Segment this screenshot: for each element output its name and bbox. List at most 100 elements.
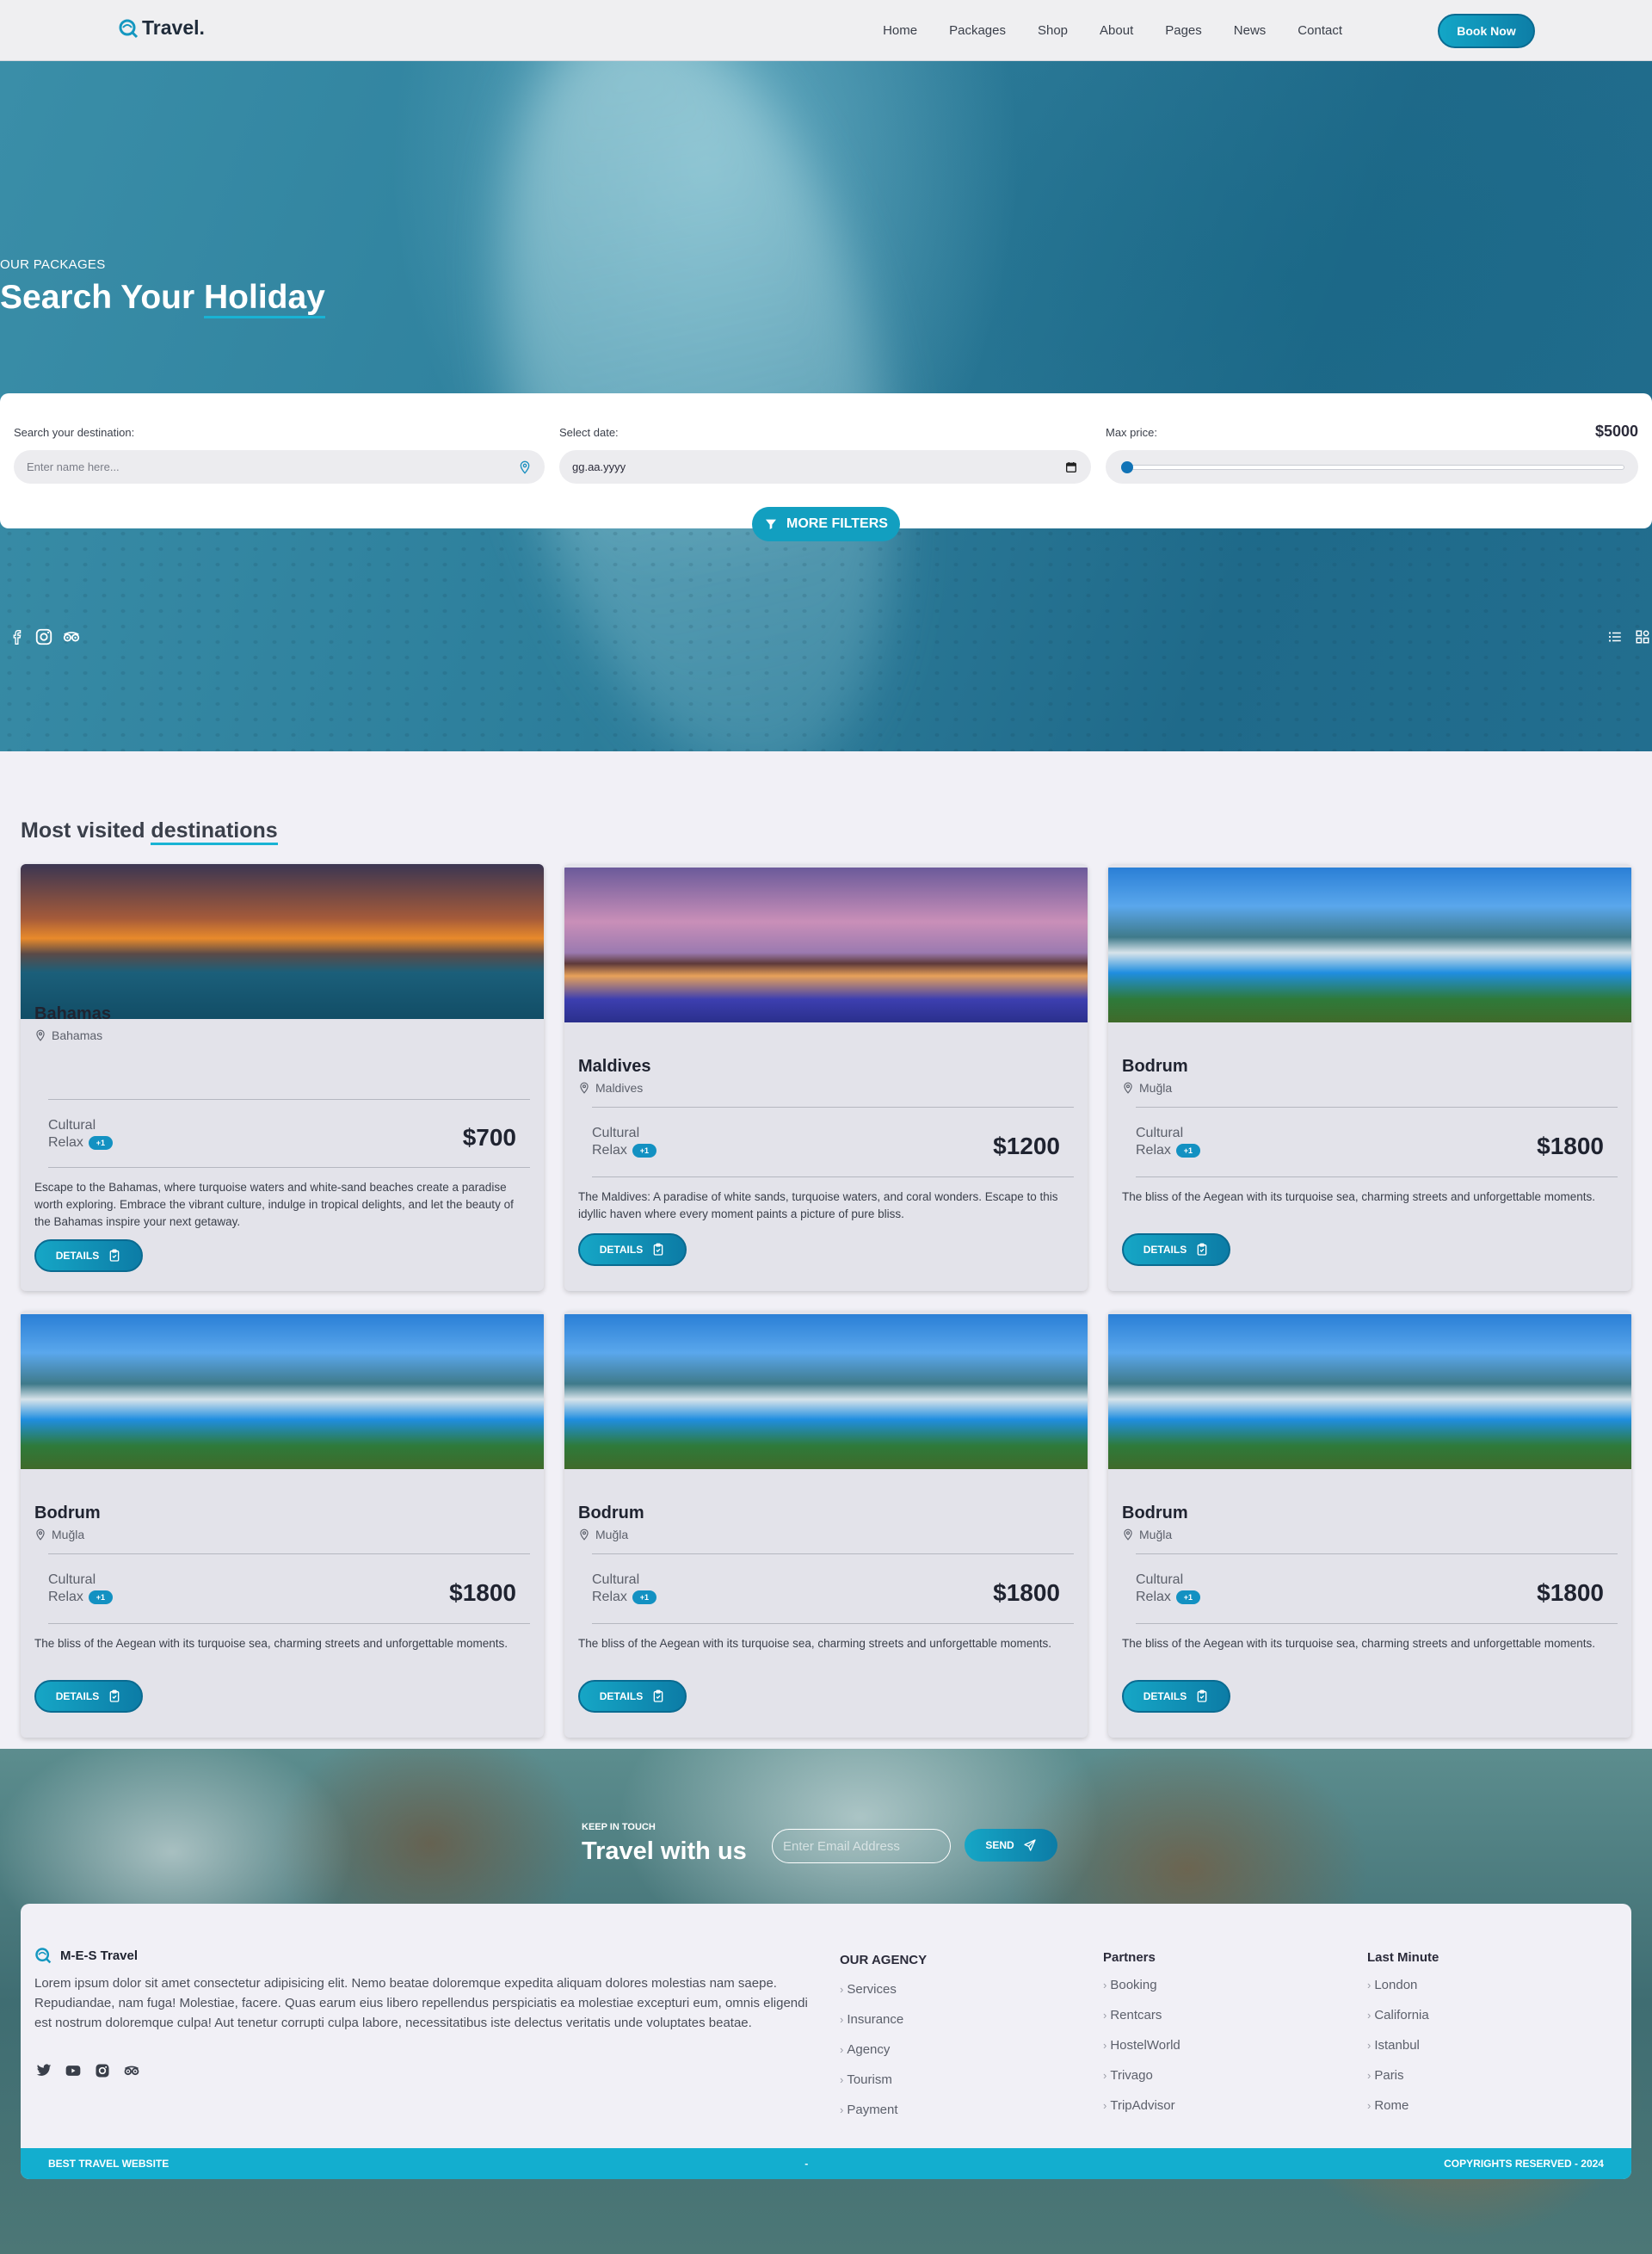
details-button[interactable]: DETAILS xyxy=(1122,1233,1230,1266)
destination-location-text: Muğla xyxy=(1139,1081,1173,1095)
tag-relax-label: Relax xyxy=(48,1135,83,1150)
footer-brand[interactable]: M-E-S Travel xyxy=(34,1947,138,1964)
destination-title[interactable]: Bodrum xyxy=(1122,1504,1188,1523)
footer: M-E-S Travel Lorem ipsum dolor sit amet … xyxy=(21,1904,1631,2179)
list-view-icon[interactable] xyxy=(1607,629,1623,645)
destination-location: Bahamas xyxy=(34,1028,102,1042)
nav-contact[interactable]: Contact xyxy=(1298,23,1342,38)
nav-about[interactable]: About xyxy=(1100,23,1133,38)
footer-agency-title: OUR AGENCY xyxy=(840,1953,928,1967)
footer-link[interactable]: › Payment xyxy=(840,2102,903,2132)
destination-image[interactable] xyxy=(21,1314,544,1469)
footer-link[interactable]: › California xyxy=(1367,2007,1429,2037)
tag-relax: Relax +1 xyxy=(1136,1589,1200,1606)
footer-link[interactable]: › London xyxy=(1367,1977,1429,2007)
site-header: Travel. Home Packages Shop About Pages N… xyxy=(0,0,1652,61)
tag-relax-label: Relax xyxy=(48,1590,83,1604)
nav-packages[interactable]: Packages xyxy=(949,23,1006,38)
details-label: DETAILS xyxy=(599,1690,644,1702)
footer-link[interactable]: › Tourism xyxy=(840,2072,903,2102)
newsletter-send-button[interactable]: SEND xyxy=(965,1829,1057,1862)
destination-tags: Cultural Relax +1 xyxy=(48,1572,113,1606)
footer-link[interactable]: › Booking xyxy=(1103,1977,1180,2007)
footer-link[interactable]: › Agency xyxy=(840,2041,903,2072)
footer-link-label: Paris xyxy=(1374,2068,1404,2083)
footer-bottom-bar: BEST TRAVEL WEBSITE - COPYRIGHTS RESERVE… xyxy=(21,2148,1631,2179)
details-button[interactable]: DETAILS xyxy=(34,1680,143,1713)
destination-title[interactable]: Maldives xyxy=(578,1057,650,1077)
card-divider xyxy=(1136,1553,1618,1554)
more-filters-button[interactable]: MORE FILTERS xyxy=(752,507,900,541)
footer-bar-mid: - xyxy=(804,2158,809,2170)
tag-relax-label: Relax xyxy=(592,1143,627,1158)
details-button[interactable]: DETAILS xyxy=(578,1233,687,1266)
destination-label: Search your destination: xyxy=(14,426,135,439)
details-button[interactable]: DETAILS xyxy=(578,1680,687,1713)
footer-link[interactable]: › Insurance xyxy=(840,2011,903,2041)
tag-more-badge[interactable]: +1 xyxy=(1175,1143,1200,1158)
destination-location: Muğla xyxy=(1122,1081,1172,1095)
footer-link[interactable]: › Rome xyxy=(1367,2097,1429,2127)
tag-more-badge[interactable]: +1 xyxy=(88,1590,113,1604)
footer-link[interactable]: › HostelWorld xyxy=(1103,2037,1180,2067)
footer-partners-list: › Booking › Rentcars › HostelWorld › Trivago… xyxy=(1103,1977,1180,2127)
tag-more-badge[interactable]: +1 xyxy=(632,1143,656,1158)
destination-title[interactable]: Bodrum xyxy=(578,1504,644,1523)
destination-location-text: Muğla xyxy=(52,1528,85,1541)
destination-image[interactable] xyxy=(21,864,544,1019)
destination-location-text: Bahamas xyxy=(52,1028,103,1042)
destination-title[interactable]: Bodrum xyxy=(1122,1057,1188,1077)
price-label: Max price: xyxy=(1106,426,1157,439)
youtube-icon[interactable] xyxy=(64,2062,83,2079)
details-button[interactable]: DETAILS xyxy=(1122,1680,1230,1713)
globe-search-icon xyxy=(35,1948,52,1964)
location-pin-icon xyxy=(580,1528,589,1541)
card-divider xyxy=(48,1623,530,1624)
destination-image[interactable] xyxy=(564,1314,1088,1469)
card-divider xyxy=(48,1099,530,1100)
footer-link[interactable]: › Istanbul xyxy=(1367,2037,1429,2067)
date-input[interactable]: gg.aa.yyyy xyxy=(559,450,1091,484)
details-button[interactable]: DETAILS xyxy=(34,1239,143,1272)
destination-location: Maldives xyxy=(578,1081,643,1095)
book-now-button[interactable]: Book Now xyxy=(1438,14,1535,48)
destination-title[interactable]: Bodrum xyxy=(34,1504,101,1523)
tripadvisor-icon[interactable] xyxy=(62,627,81,646)
footer-link[interactable]: › Services xyxy=(840,1981,903,2011)
nav-home[interactable]: Home xyxy=(883,23,917,38)
nav-news[interactable]: News xyxy=(1234,23,1267,38)
destination-image[interactable] xyxy=(564,868,1088,1022)
newsletter-email-input[interactable]: Enter Email Address xyxy=(772,1829,951,1863)
destination-image[interactable] xyxy=(1108,868,1631,1022)
nav-pages[interactable]: Pages xyxy=(1165,23,1202,38)
card-divider xyxy=(592,1176,1074,1177)
tag-more-badge[interactable]: +1 xyxy=(632,1590,656,1604)
footer-link[interactable]: › Rentcars xyxy=(1103,2007,1180,2037)
tripadvisor-icon[interactable] xyxy=(122,2062,141,2079)
clipboard-check-icon xyxy=(1197,1689,1207,1702)
instagram-icon[interactable] xyxy=(34,627,53,646)
footer-link[interactable]: › Trivago xyxy=(1103,2067,1180,2097)
twitter-icon[interactable] xyxy=(34,2062,53,2079)
destination-input[interactable]: Enter name here... xyxy=(14,450,545,484)
destination-title[interactable]: Bahamas xyxy=(34,1004,111,1024)
instagram-icon[interactable] xyxy=(93,2062,112,2079)
site-logo[interactable]: Travel. xyxy=(118,16,205,40)
destination-location: Muğla xyxy=(578,1528,628,1541)
destination-image[interactable] xyxy=(1108,1314,1631,1469)
price-slider[interactable] xyxy=(1106,450,1638,484)
destination-price: $1200 xyxy=(993,1133,1060,1159)
calendar-icon[interactable] xyxy=(1064,460,1078,474)
destination-location-text: Muğla xyxy=(1139,1528,1173,1541)
location-pin-icon xyxy=(36,1029,45,1041)
footer-link[interactable]: › TripAdvisor xyxy=(1103,2097,1180,2127)
grid-view-icon[interactable] xyxy=(1635,629,1650,645)
tag-more-badge[interactable]: +1 xyxy=(88,1135,113,1150)
nav-shop[interactable]: Shop xyxy=(1038,23,1068,38)
footer-link-label: Services xyxy=(847,1982,897,1997)
tag-more-badge[interactable]: +1 xyxy=(1175,1590,1200,1604)
facebook-icon[interactable] xyxy=(7,627,26,646)
price-slider-thumb[interactable] xyxy=(1121,461,1133,473)
tag-relax: Relax +1 xyxy=(48,1134,113,1152)
footer-link[interactable]: › Paris xyxy=(1367,2067,1429,2097)
